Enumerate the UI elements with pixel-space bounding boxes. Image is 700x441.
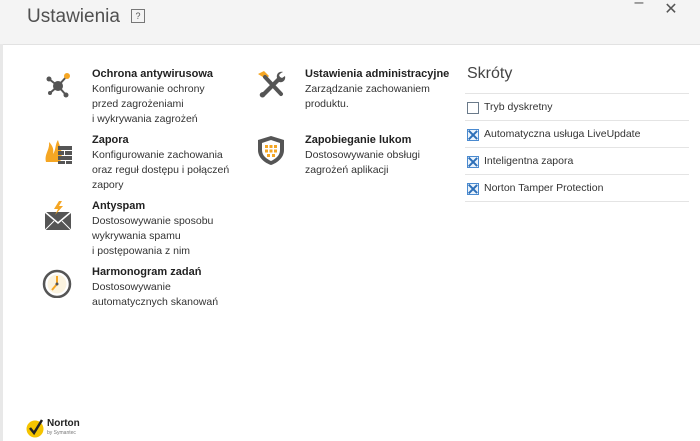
- setting-title: Zapobieganie lukom: [305, 134, 412, 146]
- logo-name: Norton: [47, 418, 80, 429]
- setting-title: Harmonogram zadań: [92, 266, 202, 278]
- setting-title: Antyspam: [92, 200, 146, 212]
- setting-description: Dostosowywanie automatycznych skanowań: [92, 281, 219, 308]
- setting-title: Zapora: [92, 134, 129, 146]
- title-bar: Ustawienia ? – ✕: [0, 0, 700, 45]
- checkbox-checked[interactable]: [467, 129, 479, 141]
- checkbox[interactable]: [467, 102, 479, 114]
- spam-envelope-icon: [44, 201, 72, 231]
- setting-description: Konfigurowanie zachowania oraz reguł dos…: [92, 149, 230, 191]
- shortcut-label: Tryb dyskretny: [484, 101, 553, 113]
- close-button[interactable]: ✕: [661, 0, 681, 19]
- tools-icon: [258, 71, 286, 98]
- setting-description: Dostosowywanie sposobu wykrywania spamu …: [92, 215, 214, 257]
- shortcut-tryb-dyskretny[interactable]: Tryb dyskretny: [465, 93, 689, 120]
- shortcut-inteligentna-zapora[interactable]: Inteligentna zapora: [465, 147, 689, 174]
- checkbox-checked[interactable]: [467, 183, 479, 195]
- virus-network-icon: [46, 73, 70, 98]
- setting-description: Zarządzanie zachowaniem produktu.: [305, 83, 430, 110]
- setting-title: Ustawienia administracyjne: [305, 68, 450, 80]
- setting-title: Ochrona antywirusowa: [92, 68, 214, 80]
- left-edge: [0, 44, 3, 441]
- norton-logo: Norton by Symantec: [25, 416, 95, 441]
- shortcut-label: Inteligentna zapora: [484, 155, 574, 167]
- setting-description: Konfigurowanie ochrony przed zagrożeniam…: [92, 83, 205, 125]
- checkbox-checked[interactable]: [467, 156, 479, 168]
- shortcut-tamper-protection[interactable]: Norton Tamper Protection: [465, 174, 689, 202]
- minimize-button[interactable]: –: [629, 0, 649, 12]
- shortcut-label: Norton Tamper Protection: [484, 182, 604, 194]
- logo-sub: by Symantec: [47, 430, 76, 436]
- help-icon[interactable]: ?: [131, 9, 145, 23]
- shortcuts-heading: Skróty: [467, 65, 513, 82]
- norton-check-icon: [26, 419, 44, 438]
- shield-icon: [258, 136, 284, 165]
- setting-description: Dostosowywanie obsługi zagrożeń aplikacj…: [305, 149, 420, 176]
- shortcut-liveupdate[interactable]: Automatyczna usługa LiveUpdate: [465, 120, 689, 147]
- firewall-icon: [45, 140, 72, 164]
- shortcut-label: Automatyczna usługa LiveUpdate: [484, 128, 641, 140]
- clock-icon: [42, 269, 72, 298]
- window-title: Ustawienia: [27, 6, 120, 27]
